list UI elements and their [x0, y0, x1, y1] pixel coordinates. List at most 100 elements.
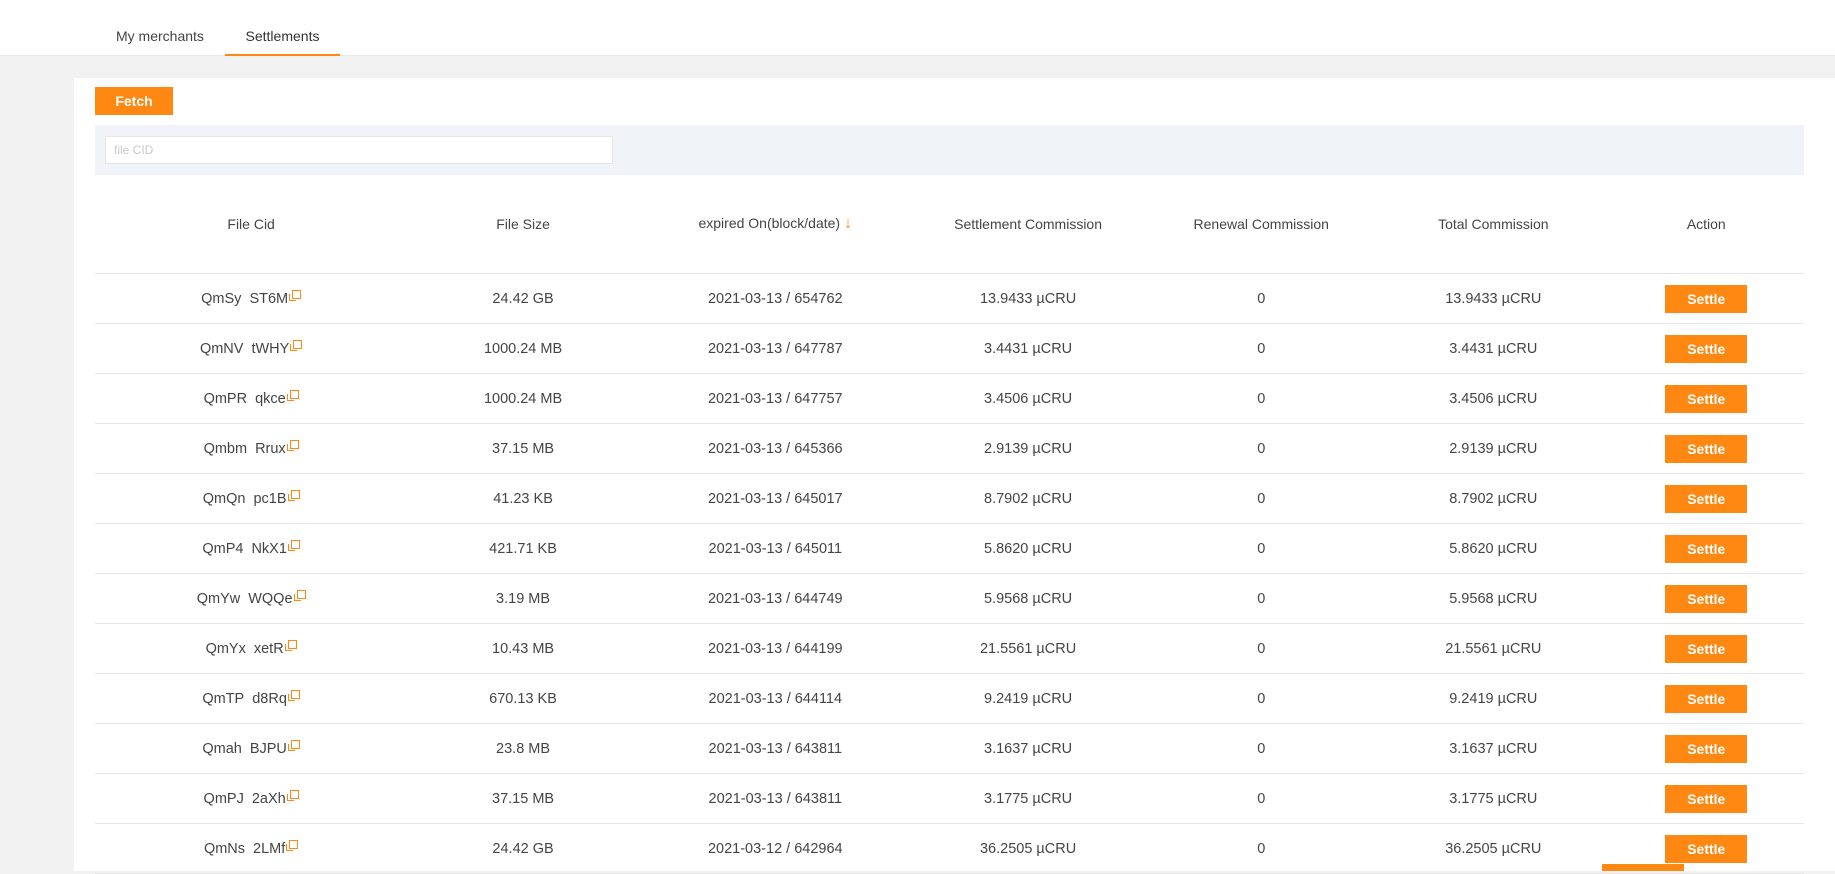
- copy-icon[interactable]: [284, 639, 297, 651]
- table-body: QmSy ST6M 24.42 GB 2021-03-13 / 654762 13.94…: [95, 273, 1804, 874]
- file-cid-cell: QmTP d8Rq: [95, 673, 408, 724]
- file-cid-start: QmP4: [202, 540, 244, 557]
- copy-icon[interactable]: [287, 539, 300, 551]
- settlement-commission-cell: 36.2505 µCRU: [911, 823, 1145, 874]
- sort-down-arrow-icon[interactable]: ↓: [844, 215, 852, 232]
- expired-on-cell: 2021-03-13 / 643811: [638, 723, 912, 774]
- tab-my-merchants[interactable]: My merchants: [96, 12, 224, 56]
- settle-button-partial[interactable]: [1602, 864, 1684, 871]
- settlement-commission-cell: 21.5561 µCRU: [911, 623, 1145, 674]
- copy-icon[interactable]: [289, 289, 302, 301]
- expired-on-cell: 2021-03-13 / 643811: [638, 773, 912, 824]
- file-cid-start: QmNs: [203, 840, 246, 857]
- settle-button[interactable]: Settle: [1665, 784, 1748, 813]
- copy-icon[interactable]: [286, 839, 299, 851]
- action-cell: Settle: [1608, 773, 1804, 824]
- renewal-commission-cell: 0: [1144, 373, 1379, 424]
- settlement-commission-cell: 8.7902 µCRU: [911, 473, 1145, 524]
- file-cid-end: 2LMf: [253, 840, 286, 857]
- settle-button[interactable]: Settle: [1665, 584, 1748, 613]
- file-cid-end: Rrux: [255, 440, 286, 457]
- column-header-file-cid: File Cid: [95, 175, 408, 274]
- settle-button[interactable]: Settle: [1665, 384, 1748, 413]
- column-header-expired-on[interactable]: expired On(block/date) ↓: [638, 175, 912, 274]
- column-header-action: Action: [1608, 175, 1804, 274]
- file-cid-cell: Qmah BJPU: [95, 723, 408, 774]
- action-cell: Settle: [1608, 473, 1804, 524]
- table-row: QmPJ 2aXh 37.15 MB 2021-03-13 / 643811 3.177…: [95, 773, 1804, 824]
- file-size-cell: 23.8 MB: [407, 723, 639, 774]
- expired-on-cell: 2021-03-13 / 645011: [638, 523, 912, 574]
- settlement-commission-cell: 5.9568 µCRU: [911, 573, 1145, 624]
- total-commission-cell: 5.9568 µCRU: [1378, 573, 1609, 624]
- expired-on-cell: 2021-03-13 / 647787: [638, 323, 912, 374]
- settle-button[interactable]: Settle: [1665, 484, 1748, 513]
- total-commission-cell: 3.1637 µCRU: [1378, 723, 1609, 774]
- total-commission-cell: 3.1775 µCRU: [1378, 773, 1609, 824]
- renewal-commission-cell: 0: [1144, 823, 1379, 874]
- file-cid-end: ST6M: [249, 290, 289, 307]
- file-cid-search-input[interactable]: [105, 136, 613, 164]
- settlement-commission-cell: 3.1637 µCRU: [911, 723, 1145, 774]
- tab-settlements[interactable]: Settlements: [225, 12, 340, 56]
- table-row: Qmbm Rrux 37.15 MB 2021-03-13 / 645366 2.913…: [95, 423, 1804, 474]
- renewal-commission-cell: 0: [1144, 323, 1379, 374]
- action-cell: Settle: [1608, 523, 1804, 574]
- filter-bar: [95, 125, 1804, 175]
- copy-icon[interactable]: [287, 689, 300, 701]
- expired-on-cell: 2021-03-13 / 644199: [638, 623, 912, 674]
- file-cid-end: NkX1: [251, 540, 287, 557]
- settle-button[interactable]: Settle: [1665, 534, 1748, 563]
- file-cid-start: Qmbm: [203, 440, 248, 457]
- file-cid-cell: Qmbm Rrux: [95, 423, 408, 474]
- settle-button[interactable]: Settle: [1665, 634, 1748, 663]
- table-row: Qmah BJPU 23.8 MB 2021-03-13 / 643811 3.1637…: [95, 723, 1804, 774]
- file-cid-cell: QmYw WQQe: [95, 573, 408, 624]
- copy-icon[interactable]: [286, 389, 299, 401]
- table-row: QmSy ST6M 24.42 GB 2021-03-13 / 654762 13.94…: [95, 273, 1804, 324]
- action-cell: Settle: [1608, 323, 1804, 374]
- copy-icon[interactable]: [287, 489, 300, 501]
- copy-icon[interactable]: [287, 739, 300, 751]
- settle-button[interactable]: Settle: [1665, 334, 1748, 363]
- settlement-commission-cell: 2.9139 µCRU: [911, 423, 1145, 474]
- total-commission-cell: 3.4431 µCRU: [1378, 323, 1609, 374]
- file-size-cell: 1000.24 MB: [407, 373, 639, 424]
- settlement-commission-cell: 3.4506 µCRU: [911, 373, 1145, 424]
- copy-icon[interactable]: [290, 339, 303, 351]
- table-row: QmP4 NkX1 421.71 KB 2021-03-13 / 645011 5.86…: [95, 523, 1804, 574]
- column-header-settlement-commission: Settlement Commission: [911, 175, 1145, 274]
- renewal-commission-cell: 0: [1144, 573, 1379, 624]
- expired-on-cell: 2021-03-13 / 645366: [638, 423, 912, 474]
- file-size-cell: 41.23 KB: [407, 473, 639, 524]
- file-size-cell: 24.42 GB: [407, 823, 639, 874]
- settle-button[interactable]: Settle: [1665, 684, 1748, 713]
- settle-button[interactable]: Settle: [1665, 284, 1748, 313]
- renewal-commission-cell: 0: [1144, 473, 1379, 524]
- file-size-cell: 1000.24 MB: [407, 323, 639, 374]
- total-commission-cell: 13.9433 µCRU: [1378, 273, 1609, 324]
- file-cid-cell: QmPJ 2aXh: [95, 773, 408, 824]
- table-row: QmYx xetR 10.43 MB 2021-03-13 / 644199 21.55…: [95, 623, 1804, 674]
- file-cid-start: QmTP: [202, 690, 245, 707]
- file-cid-end: WQQe: [248, 590, 293, 607]
- fetch-button[interactable]: Fetch: [95, 87, 173, 115]
- column-header-total-commission: Total Commission: [1378, 175, 1609, 274]
- file-size-cell: 670.13 KB: [407, 673, 639, 724]
- file-cid-start: Qmah: [202, 740, 242, 757]
- copy-icon[interactable]: [286, 789, 299, 801]
- file-size-cell: 37.15 MB: [407, 423, 639, 474]
- copy-icon[interactable]: [286, 439, 299, 451]
- settlement-commission-cell: 13.9433 µCRU: [911, 273, 1145, 324]
- copy-icon[interactable]: [293, 589, 306, 601]
- settle-button[interactable]: Settle: [1665, 434, 1748, 463]
- settle-button[interactable]: Settle: [1665, 834, 1748, 863]
- total-commission-cell: 3.4506 µCRU: [1378, 373, 1609, 424]
- expired-on-cell: 2021-03-12 / 642964: [638, 823, 912, 874]
- file-cid-end: xetR: [253, 640, 284, 657]
- file-cid-end: 2aXh: [251, 790, 286, 807]
- renewal-commission-cell: 0: [1144, 273, 1379, 324]
- file-size-cell: 421.71 KB: [407, 523, 639, 574]
- total-commission-cell: 2.9139 µCRU: [1378, 423, 1609, 474]
- settle-button[interactable]: Settle: [1665, 734, 1748, 763]
